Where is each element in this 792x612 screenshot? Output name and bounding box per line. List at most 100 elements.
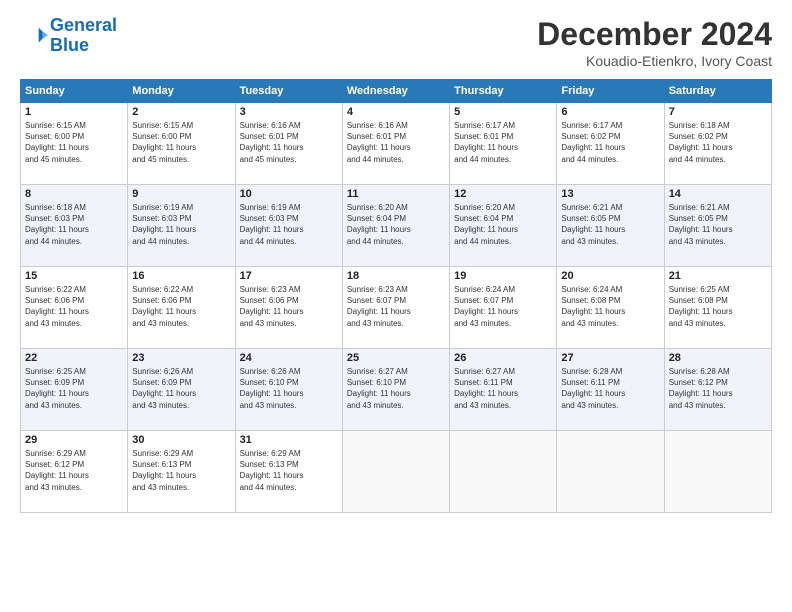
calendar-week-row: 29 Sunrise: 6:29 AM Sunset: 6:12 PM Dayli… (21, 431, 772, 513)
calendar-day-cell: 4 Sunrise: 6:16 AM Sunset: 6:01 PM Daylig… (342, 103, 449, 185)
day-number: 1 (25, 106, 123, 118)
calendar-day-cell: 21Sunrise: 6:25 AM Sunset: 6:08 PM Dayli… (664, 267, 771, 349)
day-info: Sunrise: 6:18 AM Sunset: 6:02 PM Dayligh… (669, 120, 767, 165)
day-number: 5 (454, 106, 552, 118)
calendar-day-cell: 11Sunrise: 6:20 AM Sunset: 6:04 PM Dayli… (342, 185, 449, 267)
day-info: Sunrise: 6:24 AM Sunset: 6:08 PM Dayligh… (561, 284, 659, 329)
day-info: Sunrise: 6:15 AM Sunset: 6:00 PM Dayligh… (25, 120, 123, 165)
month-title: December 2024 (537, 16, 772, 53)
title-block: December 2024 Kouadio-Etienkro, Ivory Co… (537, 16, 772, 69)
calendar-day-cell: 15 Sunrise: 6:22 AM Sunset: 6:06 PM Dayli… (21, 267, 128, 349)
calendar-day-header: Sunday (21, 80, 128, 103)
header: General Blue December 2024 Kouadio-Etien… (20, 16, 772, 69)
day-info: Sunrise: 6:19 AM Sunset: 6:03 PM Dayligh… (132, 202, 230, 247)
calendar-week-row: 1 Sunrise: 6:15 AM Sunset: 6:00 PM Daylig… (21, 103, 772, 185)
day-number: 4 (347, 106, 445, 118)
day-number: 15 (25, 270, 123, 282)
day-info: Sunrise: 6:28 AM Sunset: 6:12 PM Dayligh… (669, 366, 767, 411)
day-info: Sunrise: 6:29 AM Sunset: 6:12 PM Dayligh… (25, 448, 123, 493)
day-number: 31 (240, 434, 338, 446)
calendar-day-cell (664, 431, 771, 513)
day-info: Sunrise: 6:21 AM Sunset: 6:05 PM Dayligh… (561, 202, 659, 247)
calendar-day-cell: 27 Sunrise: 6:28 AM Sunset: 6:11 PM Dayli… (557, 349, 664, 431)
calendar-day-cell: 28 Sunrise: 6:28 AM Sunset: 6:12 PM Dayli… (664, 349, 771, 431)
calendar-table: SundayMondayTuesdayWednesdayThursdayFrid… (20, 79, 772, 513)
day-info: Sunrise: 6:16 AM Sunset: 6:01 PM Dayligh… (347, 120, 445, 165)
day-number: 13 (561, 188, 659, 200)
calendar-header-row: SundayMondayTuesdayWednesdayThursdayFrid… (21, 80, 772, 103)
calendar-day-header: Friday (557, 80, 664, 103)
calendar-day-cell: 16Sunrise: 6:22 AM Sunset: 6:06 PM Dayli… (128, 267, 235, 349)
day-number: 20 (561, 270, 659, 282)
day-info: Sunrise: 6:16 AM Sunset: 6:01 PM Dayligh… (240, 120, 338, 165)
calendar-day-cell: 6 Sunrise: 6:17 AM Sunset: 6:02 PM Daylig… (557, 103, 664, 185)
day-info: Sunrise: 6:23 AM Sunset: 6:07 PM Dayligh… (347, 284, 445, 329)
day-info: Sunrise: 6:20 AM Sunset: 6:04 PM Dayligh… (454, 202, 552, 247)
day-number: 10 (240, 188, 338, 200)
day-info: Sunrise: 6:26 AM Sunset: 6:10 PM Dayligh… (240, 366, 338, 411)
day-info: Sunrise: 6:15 AM Sunset: 6:00 PM Dayligh… (132, 120, 230, 165)
day-number: 8 (25, 188, 123, 200)
day-number: 3 (240, 106, 338, 118)
day-number: 29 (25, 434, 123, 446)
calendar-day-cell: 17 Sunrise: 6:23 AM Sunset: 6:06 PM Dayli… (235, 267, 342, 349)
calendar-day-header: Tuesday (235, 80, 342, 103)
day-number: 7 (669, 106, 767, 118)
calendar-day-cell: 23Sunrise: 6:26 AM Sunset: 6:09 PM Dayli… (128, 349, 235, 431)
day-number: 28 (669, 352, 767, 364)
calendar-day-cell: 2 Sunrise: 6:15 AM Sunset: 6:00 PM Daylig… (128, 103, 235, 185)
day-info: Sunrise: 6:28 AM Sunset: 6:11 PM Dayligh… (561, 366, 659, 411)
day-info: Sunrise: 6:17 AM Sunset: 6:02 PM Dayligh… (561, 120, 659, 165)
calendar-day-cell: 8 Sunrise: 6:18 AM Sunset: 6:03 PM Daylig… (21, 185, 128, 267)
logo-line2: Blue (50, 35, 89, 55)
day-number: 17 (240, 270, 338, 282)
calendar-day-cell: 14Sunrise: 6:21 AM Sunset: 6:05 PM Dayli… (664, 185, 771, 267)
calendar-day-cell (450, 431, 557, 513)
calendar-day-header: Wednesday (342, 80, 449, 103)
day-info: Sunrise: 6:29 AM Sunset: 6:13 PM Dayligh… (240, 448, 338, 493)
calendar-day-header: Saturday (664, 80, 771, 103)
logo-icon (20, 22, 48, 50)
day-number: 16 (132, 270, 230, 282)
calendar-day-cell: 9 Sunrise: 6:19 AM Sunset: 6:03 PM Daylig… (128, 185, 235, 267)
day-number: 27 (561, 352, 659, 364)
calendar-body: 1 Sunrise: 6:15 AM Sunset: 6:00 PM Daylig… (21, 103, 772, 513)
calendar-day-cell: 13 Sunrise: 6:21 AM Sunset: 6:05 PM Dayli… (557, 185, 664, 267)
calendar-day-cell: 19 Sunrise: 6:24 AM Sunset: 6:07 PM Dayli… (450, 267, 557, 349)
calendar-day-cell: 25Sunrise: 6:27 AM Sunset: 6:10 PM Dayli… (342, 349, 449, 431)
calendar-day-cell: 12 Sunrise: 6:20 AM Sunset: 6:04 PM Dayli… (450, 185, 557, 267)
day-info: Sunrise: 6:22 AM Sunset: 6:06 PM Dayligh… (25, 284, 123, 329)
calendar-day-cell (557, 431, 664, 513)
day-number: 23 (132, 352, 230, 364)
calendar-day-cell: 30 Sunrise: 6:29 AM Sunset: 6:13 PM Dayli… (128, 431, 235, 513)
calendar-day-cell: 18 Sunrise: 6:23 AM Sunset: 6:07 PM Dayli… (342, 267, 449, 349)
day-number: 12 (454, 188, 552, 200)
calendar-day-cell: 10Sunrise: 6:19 AM Sunset: 6:03 PM Dayli… (235, 185, 342, 267)
day-number: 24 (240, 352, 338, 364)
calendar-day-cell: 5Sunrise: 6:17 AM Sunset: 6:01 PM Daylig… (450, 103, 557, 185)
day-info: Sunrise: 6:18 AM Sunset: 6:03 PM Dayligh… (25, 202, 123, 247)
calendar-day-cell: 24 Sunrise: 6:26 AM Sunset: 6:10 PM Dayli… (235, 349, 342, 431)
day-number: 2 (132, 106, 230, 118)
day-info: Sunrise: 6:25 AM Sunset: 6:09 PM Dayligh… (25, 366, 123, 411)
day-info: Sunrise: 6:29 AM Sunset: 6:13 PM Dayligh… (132, 448, 230, 493)
page: General Blue December 2024 Kouadio-Etien… (0, 0, 792, 612)
day-number: 30 (132, 434, 230, 446)
day-number: 6 (561, 106, 659, 118)
calendar-week-row: 15 Sunrise: 6:22 AM Sunset: 6:06 PM Dayli… (21, 267, 772, 349)
location-subtitle: Kouadio-Etienkro, Ivory Coast (537, 53, 772, 69)
day-number: 9 (132, 188, 230, 200)
calendar-day-cell: 3 Sunrise: 6:16 AM Sunset: 6:01 PM Daylig… (235, 103, 342, 185)
logo-line1: General (50, 15, 117, 35)
day-number: 18 (347, 270, 445, 282)
calendar-day-cell: 26Sunrise: 6:27 AM Sunset: 6:11 PM Dayli… (450, 349, 557, 431)
calendar-day-cell (342, 431, 449, 513)
calendar-week-row: 22Sunrise: 6:25 AM Sunset: 6:09 PM Dayli… (21, 349, 772, 431)
day-info: Sunrise: 6:27 AM Sunset: 6:11 PM Dayligh… (454, 366, 552, 411)
day-info: Sunrise: 6:21 AM Sunset: 6:05 PM Dayligh… (669, 202, 767, 247)
calendar-day-cell: 1 Sunrise: 6:15 AM Sunset: 6:00 PM Daylig… (21, 103, 128, 185)
day-info: Sunrise: 6:27 AM Sunset: 6:10 PM Dayligh… (347, 366, 445, 411)
day-number: 19 (454, 270, 552, 282)
day-info: Sunrise: 6:23 AM Sunset: 6:06 PM Dayligh… (240, 284, 338, 329)
day-info: Sunrise: 6:24 AM Sunset: 6:07 PM Dayligh… (454, 284, 552, 329)
